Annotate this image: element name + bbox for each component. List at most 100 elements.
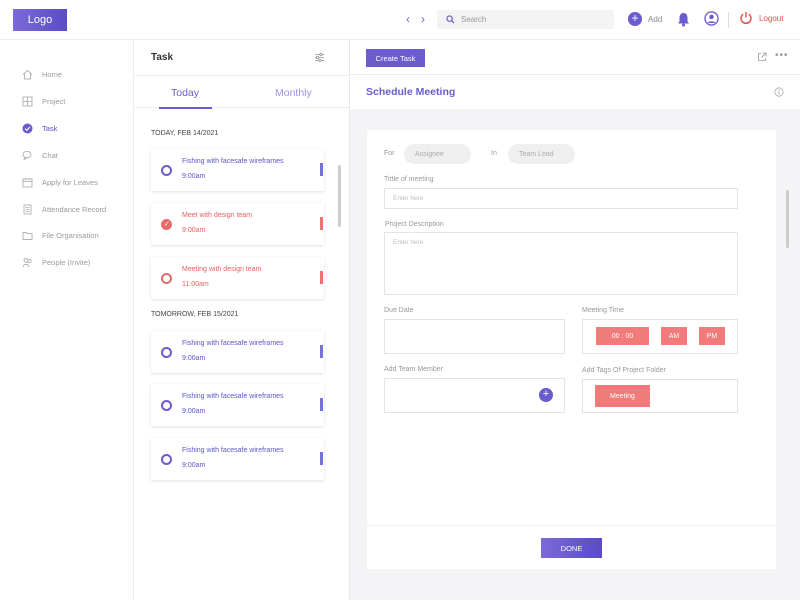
description-placeholder: Enter here	[393, 239, 424, 246]
sidebar-item-people[interactable]: People (Invite)	[22, 257, 90, 268]
sidebar-item-label: People (Invite)	[42, 258, 91, 267]
tab-monthly[interactable]: Monthly	[275, 87, 312, 99]
in-label: In	[491, 150, 497, 157]
team-member-input[interactable]	[384, 378, 565, 413]
sidebar-item-chat[interactable]: Chat	[22, 150, 58, 161]
sidebar-item-files[interactable]: File Organisation	[22, 230, 99, 241]
completed-check-icon[interactable]	[161, 219, 172, 230]
task-color-marker	[320, 452, 323, 465]
divider	[728, 12, 729, 28]
task-color-marker	[320, 398, 323, 411]
task-color-marker	[320, 345, 323, 358]
tag-chip-meeting[interactable]: Meeting	[595, 385, 650, 407]
task-name: Fishing with facesafe wireframes	[182, 393, 284, 400]
back-arrow-icon[interactable]: ‹	[406, 12, 410, 26]
team-member-label: Add Team Member	[384, 366, 444, 373]
task-item[interactable]: Meet with design team 9:00am	[151, 203, 324, 245]
task-name: Fishing with facesafe wireframes	[182, 158, 284, 165]
form-footer: DONE	[367, 525, 776, 569]
open-task-circle-icon[interactable]	[161, 165, 172, 176]
done-button[interactable]: DONE	[541, 538, 602, 558]
home-icon	[22, 69, 33, 80]
open-task-circle-icon[interactable]	[161, 400, 172, 411]
due-date-input[interactable]	[384, 319, 565, 354]
main-content: Create Task ••• Schedule Meeting For Ass…	[350, 40, 800, 600]
task-time: 9:00am	[182, 355, 206, 362]
am-button[interactable]: AM	[661, 327, 687, 345]
active-tab-indicator	[159, 107, 212, 109]
page-title: Schedule Meeting	[366, 86, 456, 98]
search-icon	[446, 15, 455, 24]
people-icon	[22, 257, 33, 268]
top-bar: Logo ‹ › Search + Add Logout	[0, 0, 800, 40]
meeting-time-label: Meeting Time	[582, 307, 625, 314]
open-task-circle-icon[interactable]	[161, 347, 172, 358]
task-name: Meeting with design team	[182, 266, 262, 273]
sidebar-item-label: Attendance Record	[42, 205, 107, 214]
sidebar-item-leaves[interactable]: Apply for Leaves	[22, 177, 98, 188]
task-color-marker	[320, 163, 323, 176]
schedule-header: Schedule Meeting	[350, 75, 800, 109]
bell-icon[interactable]	[677, 12, 690, 27]
search-input[interactable]: Search	[437, 10, 614, 29]
task-name: Meet with design team	[182, 212, 253, 219]
task-item[interactable]: Fishing with facesafe wireframes 9:00am	[151, 331, 324, 373]
task-item[interactable]: Fishing with facesafe wireframes 9:00am	[151, 438, 324, 480]
open-task-circle-icon[interactable]	[161, 273, 172, 284]
add-button[interactable]: + Add	[628, 12, 662, 26]
team-lead-select[interactable]: Team Lead	[508, 144, 575, 164]
sidebar-item-attendance[interactable]: Attendance Record	[22, 204, 106, 215]
add-member-plus-icon[interactable]: +	[539, 388, 553, 402]
add-label: Add	[648, 14, 663, 24]
task-panel: Task Today Monthly TODAY, FEB 14/2021 Fi…	[134, 40, 350, 600]
assignee-select[interactable]: Assignee	[404, 144, 471, 164]
grid-icon	[22, 96, 33, 107]
document-icon	[22, 204, 33, 215]
description-textarea[interactable]: Enter here	[384, 232, 738, 295]
calendar-icon	[22, 177, 33, 188]
sidebar-item-home[interactable]: Home	[22, 69, 62, 80]
description-label: Project Description	[385, 221, 444, 228]
day-heading: TOMORROW, FEB 15/2021	[151, 311, 239, 318]
sidebar-item-task[interactable]: Task	[22, 123, 57, 134]
info-icon[interactable]	[774, 87, 784, 97]
pm-button[interactable]: PM	[699, 327, 725, 345]
sidebar-item-label: Home	[42, 70, 63, 79]
open-task-circle-icon[interactable]	[161, 454, 172, 465]
task-name: Fishing with facesafe wireframes	[182, 340, 284, 347]
sidebar-item-project[interactable]: Project	[22, 96, 65, 107]
user-profile-icon[interactable]	[704, 11, 719, 26]
task-panel-title: Task	[151, 52, 174, 63]
meeting-title-placeholder: Enter here	[393, 195, 424, 202]
due-date-label: Due Date	[384, 307, 414, 314]
task-color-marker	[320, 217, 323, 230]
sidebar-item-label: Apply for Leaves	[42, 178, 98, 187]
sidebar-item-label: Chat	[42, 151, 58, 160]
search-placeholder: Search	[461, 15, 487, 24]
task-time: 9:00am	[182, 173, 206, 180]
task-item[interactable]: Fishing with facesafe wireframes 9:00am	[151, 149, 324, 191]
for-label: For	[384, 150, 395, 157]
task-color-marker	[320, 271, 323, 284]
external-link-icon[interactable]	[757, 52, 767, 62]
chat-icon	[22, 150, 33, 161]
more-options-icon[interactable]: •••	[775, 50, 789, 61]
main-scrollbar[interactable]	[786, 190, 789, 248]
tab-today[interactable]: Today	[171, 87, 199, 99]
meeting-title-input[interactable]: Enter here	[384, 188, 738, 209]
logout-label: Logout	[759, 13, 784, 23]
filter-icon[interactable]	[314, 52, 325, 63]
logo[interactable]: Logo	[13, 9, 67, 31]
sidebar-item-label: File Organisation	[42, 231, 99, 240]
task-item[interactable]: Meeting with design team 11:00am	[151, 257, 324, 299]
task-item[interactable]: Fishing with facesafe wireframes 9:00am	[151, 384, 324, 426]
logout-button[interactable]: Logout	[739, 11, 783, 25]
sidebar-item-label: Task	[42, 124, 58, 133]
create-task-button[interactable]: Create Task	[366, 49, 425, 67]
team-lead-placeholder: Team Lead	[519, 150, 554, 158]
task-tabs: Today Monthly	[134, 75, 349, 109]
sidebar-item-label: Project	[42, 97, 66, 106]
forward-arrow-icon[interactable]: ›	[421, 12, 425, 26]
time-input[interactable]: 00 : 00	[596, 327, 649, 345]
task-list-scrollbar[interactable]	[338, 165, 341, 227]
